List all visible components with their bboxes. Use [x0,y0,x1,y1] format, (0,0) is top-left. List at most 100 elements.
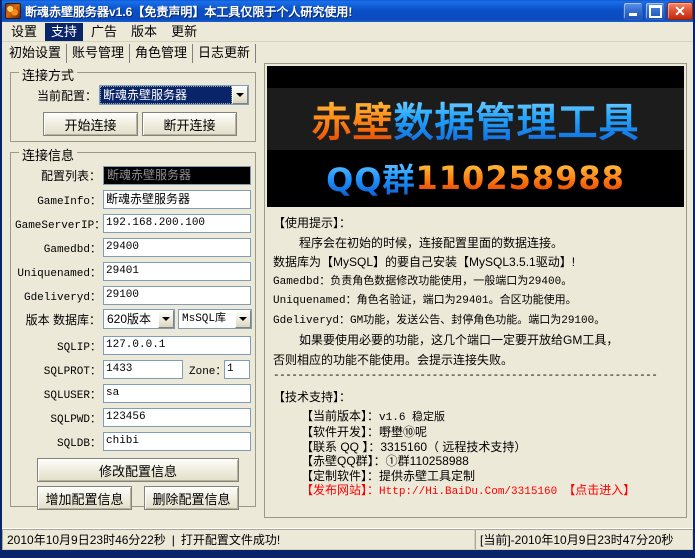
support-row-version: 【当前版本】：v1.6 稳定版 [301,409,678,426]
support-row-developer: 【软件开发】：嘢壄⑩呢 [301,425,678,440]
support-key-developer: 【软件开发】： [301,425,379,439]
window-title: 断魂赤壁服务器v1.6【免责声明】本工具仅限于个人研究使用! [25,3,623,20]
help-line-gamedbd: Gamedbd：负责角色数据修改功能使用，一般端口为29400。 [273,273,678,293]
help-heading: 【使用提示】： [273,214,678,234]
current-config-value: 断魂赤壁服务器 [100,86,232,104]
menu-bar: 设置 支持 广告 版本 更新 [2,22,693,42]
menu-item-ads[interactable]: 广告 [85,23,123,41]
gameserverip-row: GameServerIP： 192.168.200.100 [15,214,251,233]
disconnect-button[interactable]: 断开连接 [142,112,237,136]
tab-initial-settings[interactable]: 初始设置 [4,44,67,63]
sqluser-label: SQLUSER： [15,386,101,402]
current-config-row: 当前配置： 断魂赤壁服务器 [21,85,249,105]
connection-info-group: 连接信息 配置列表： 断魂赤壁服务器 GameInfo： 断魂赤壁服务器 Gam… [10,152,256,507]
support-row-qq: 【联系 QQ 】：3315160（ 远程技术支持） [301,440,678,455]
sqlip-row: SQLIP： 127.0.0.1 [15,336,251,355]
gamedbd-input[interactable]: 29400 [103,238,251,257]
tab-role-management[interactable]: 角色管理 [130,44,193,63]
current-config-label: 当前配置： [21,87,97,104]
title-bar: 断魂赤壁服务器v1.6【免责声明】本工具仅限于个人研究使用! ✕ [2,0,695,22]
gameinfo-input[interactable]: 断魂赤壁服务器 [103,190,251,209]
support-key-qqgroup: 【赤壁QQ群】： [301,454,386,468]
sqlprot-input[interactable]: 1433 [103,360,183,379]
support-list: 【当前版本】：v1.6 稳定版 【软件开发】：嘢壄⑩呢 【联系 QQ 】：331… [273,409,678,500]
delete-config-button[interactable]: 删除配置信息 [144,486,239,510]
support-key-version: 【当前版本】： [301,409,379,423]
gameinfo-row: GameInfo： 断魂赤壁服务器 [15,190,251,209]
sqlpwd-row: SQLPWD： 123456 [15,408,251,427]
sqluser-row: SQLUSER： sa [15,384,251,403]
close-button[interactable]: ✕ [667,2,693,20]
add-config-button[interactable]: 增加配置信息 [37,486,132,510]
current-config-combo[interactable]: 断魂赤壁服务器 [99,85,249,105]
sqluser-input[interactable]: sa [103,384,251,403]
banner-title-hot: 赤壁 [312,90,394,148]
connection-method-legend: 连接方式 [19,65,77,84]
sqlpwd-input[interactable]: 123456 [103,408,251,427]
maximize-icon [646,3,664,19]
status-left-cell: 2010年10月9日23时46分22秒 | 打开配置文件成功! [2,529,475,550]
chevron-down-icon-database[interactable] [235,310,251,328]
banner-qq: QQ群110258988 [267,156,684,200]
gdeliveryd-input[interactable]: 29100 [103,286,251,305]
banner-title-cool: 数据管理工具 [394,90,640,148]
version-db-row: 版本 数据库： 620版本 MsSQL库 [15,309,252,329]
status-bar: 2010年10月9日23时46分22秒 | 打开配置文件成功! [当前]-201… [2,528,693,550]
sqlpwd-label: SQLPWD： [15,410,101,426]
maximize-button[interactable] [645,2,665,20]
promo-banner: 赤壁数据管理工具 QQ群110258988 [267,66,684,207]
gdeliveryd-row: Gdeliveryd： 29100 [15,286,251,305]
uniquenamed-row: Uniquenamed： 29401 [15,262,251,281]
connect-button[interactable]: 开始连接 [43,112,138,136]
tab-account-management[interactable]: 账号管理 [67,44,130,63]
support-row-website[interactable]: 【发布网站】：Http://Hi.BaiDu.Com/3315160【点击进入】 [301,483,678,500]
zone-input[interactable]: 1 [224,360,250,379]
help-line-mysql: 数据库为【MySQL】的要自己安装【MySQL3.5.1驱动】! [273,253,678,273]
support-value-developer: 嘢壄⑩呢 [379,425,427,439]
minimize-button[interactable] [623,2,643,20]
menu-item-update[interactable]: 更新 [165,23,203,41]
support-row-custom: 【定制软件】：提供赤壁工具定制 [301,469,678,484]
chevron-down-icon[interactable] [232,86,248,104]
sqlip-input[interactable]: 127.0.0.1 [103,336,251,355]
support-key-custom: 【定制软件】： [301,469,379,483]
modify-config-button[interactable]: 修改配置信息 [37,458,239,482]
status-message: 打开配置文件成功! [181,531,280,548]
config-list-field[interactable]: 断魂赤壁服务器 [103,166,251,185]
config-list-label: 配置列表： [15,167,101,184]
gamedbd-label: Gamedbd： [15,240,101,256]
version-combo[interactable]: 620版本 [103,309,175,329]
banner-title: 赤壁数据管理工具 [267,88,684,150]
help-text-area: 【使用提示】： 程序会在初始的时候，连接配置里面的数据连接。 数据库为【MySQ… [267,210,684,515]
sqldb-row: SQLDB： chibi [15,432,251,451]
menu-item-version[interactable]: 版本 [125,23,163,41]
gameserverip-input[interactable]: 192.168.200.100 [103,214,251,233]
help-line-gdeliveryd: Gdeliveryd：GM功能，发送公告、封停角色功能。端口为29100。 [273,312,678,332]
gdeliveryd-label: Gdeliveryd： [15,288,101,304]
uniquenamed-input[interactable]: 29401 [103,262,251,281]
tab-strip: 初始设置 账号管理 角色管理 日志更新 [2,42,693,63]
status-right-cell: [当前]-2010年10月9日23时47分20秒 [475,529,693,550]
config-list-row: 配置列表： 断魂赤壁服务器 [15,166,251,185]
support-heading: 【技术支持】： [273,388,678,408]
menu-item-support[interactable]: 支持 [45,23,83,41]
connection-method-group: 连接方式 当前配置： 断魂赤壁服务器 开始连接 断开连接 [10,72,256,142]
tab-log-update[interactable]: 日志更新 [193,44,256,63]
banner-qq-number: 110258988 [416,159,625,197]
gameinfo-label: GameInfo： [15,192,101,208]
menu-item-settings[interactable]: 设置 [5,23,43,41]
database-combo[interactable]: MsSQL库 [178,309,252,329]
support-key-qq: 【联系 QQ 】： [301,440,380,454]
version-db-label: 版本 数据库： [15,311,101,328]
website-url[interactable]: Http://Hi.BaiDu.Com/3315160 [379,486,557,498]
support-value-qqgroup: ①群110258988 [386,454,469,468]
gameserverip-label: GameServerIP： [15,216,101,232]
status-time: 2010年10月9日23时46分22秒 [7,531,166,548]
support-value-version: v1.6 稳定版 [379,412,445,424]
website-enter-link[interactable]: 【点击进入】 [557,483,635,497]
chevron-down-icon-version[interactable] [158,310,174,328]
help-line-intro: 程序会在初始的时候，连接配置里面的数据连接。 [273,234,678,254]
minimize-icon [624,3,642,19]
app-icon [5,3,21,19]
sqldb-input[interactable]: chibi [103,432,251,451]
